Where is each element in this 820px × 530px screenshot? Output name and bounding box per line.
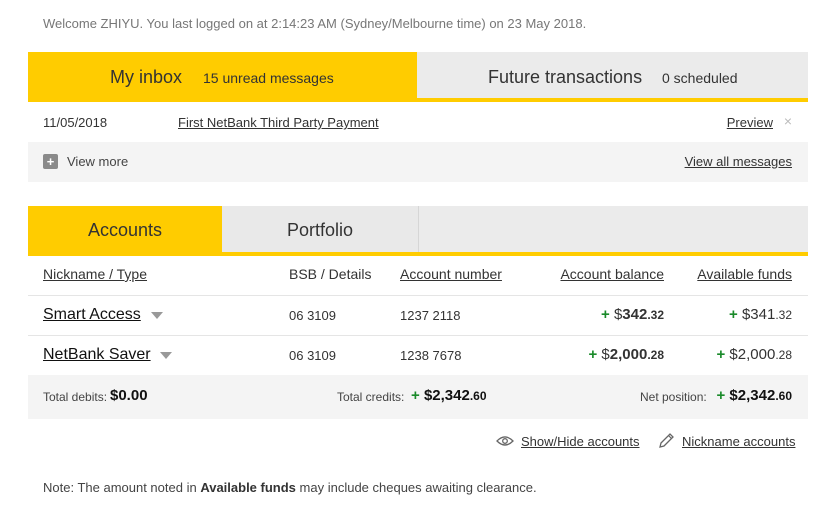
header-nickname[interactable]: Nickname / Type: [43, 266, 147, 282]
totals-bar: Total debits: $0.00 Total credits: + $2,…: [28, 375, 808, 419]
balance-dollars: 342: [622, 306, 648, 323]
total-credits-value: + $2,342.60: [411, 387, 487, 404]
available-cents: .28: [775, 348, 792, 362]
funds-note: Note: The amount noted in Available fund…: [43, 480, 537, 495]
currency-symbol: $: [601, 346, 610, 363]
tab-subtitle: 0 scheduled: [662, 70, 738, 86]
header-account-balance[interactable]: Account balance: [560, 266, 664, 282]
bsb-value: 06 3109: [289, 308, 336, 323]
total-credits-label: Total credits:: [337, 390, 405, 404]
plus-sign: +: [411, 387, 420, 404]
nickname-accounts-link[interactable]: Nickname accounts: [682, 434, 795, 449]
tab-future-transactions[interactable]: Future transactions 0 scheduled: [417, 52, 808, 98]
tab-title: Portfolio: [287, 220, 354, 240]
currency-symbol: $: [729, 346, 738, 363]
account-name-link[interactable]: NetBank Saver: [43, 346, 151, 364]
account-balance: + $2,000.28: [588, 346, 664, 363]
net-dollars: $2,342: [729, 387, 776, 404]
balance-dollars: 2,000: [609, 346, 648, 363]
table-row: Smart Access 06 3109 1237 2118 + $342.32…: [28, 295, 808, 336]
credits-dollars: $2,342: [423, 387, 470, 404]
plus-sign: +: [601, 306, 610, 323]
header-available-funds[interactable]: Available funds: [697, 266, 792, 282]
tab-my-inbox[interactable]: My inbox 15 unread messages: [28, 52, 417, 98]
tab-title: My inbox: [110, 67, 183, 87]
view-more-button[interactable]: View more: [67, 154, 128, 169]
net-position-value: + $2,342.60: [716, 387, 792, 404]
balance-cents: .32: [647, 308, 664, 322]
balance-cents: .28: [647, 348, 664, 362]
accounts-tabbar: Accounts Portfolio: [28, 206, 808, 256]
inbox-tabbar: My inbox 15 unread messages Future trans…: [28, 52, 808, 102]
message-subject-link[interactable]: First NetBank Third Party Payment: [178, 115, 379, 130]
account-name-link[interactable]: Smart Access: [43, 306, 141, 324]
available-dollars: 341: [750, 306, 776, 323]
show-hide-accounts-link[interactable]: Show/Hide accounts: [521, 434, 640, 449]
header-account-number[interactable]: Account number: [400, 266, 502, 282]
message-date: 11/05/2018: [43, 115, 108, 130]
close-icon[interactable]: ×: [784, 113, 792, 129]
account-balance: + $342.32: [601, 306, 664, 323]
chevron-down-icon[interactable]: [151, 312, 163, 319]
total-debits-value: $0.00: [110, 387, 148, 404]
plus-sign: +: [729, 306, 738, 323]
net-cents: .60: [775, 389, 792, 403]
note-suffix: may include cheques awaiting clearance.: [295, 480, 537, 495]
bsb-value: 06 3109: [289, 348, 336, 363]
pencil-icon[interactable]: [658, 432, 675, 449]
note-emphasis: Available funds: [200, 480, 296, 495]
available-cents: .32: [775, 308, 792, 322]
net-position-label: Net position:: [640, 390, 707, 404]
total-debits-label: Total debits:: [43, 390, 108, 404]
tab-title: Accounts: [88, 220, 163, 240]
tab-accounts[interactable]: Accounts: [28, 206, 222, 252]
plus-sign: +: [588, 346, 598, 363]
tab-portfolio[interactable]: Portfolio: [222, 206, 419, 252]
account-number: 1237 2118: [400, 308, 461, 323]
tab-title: Future transactions: [488, 67, 643, 87]
view-all-messages-link[interactable]: View all messages: [685, 154, 792, 169]
available-dollars: 2,000: [737, 346, 776, 363]
table-header-row: Nickname / Type BSB / Details Account nu…: [28, 255, 808, 296]
table-row: NetBank Saver 06 3109 1238 7678 + $2,000…: [28, 335, 808, 375]
welcome-message: Welcome ZHIYU. You last logged on at 2:1…: [43, 16, 587, 31]
eye-icon[interactable]: [496, 435, 514, 447]
plus-sign: +: [716, 387, 726, 404]
header-bsb: BSB / Details: [289, 266, 372, 282]
note-prefix: Note: The amount noted in: [43, 480, 201, 495]
credits-cents: .60: [469, 389, 487, 403]
chevron-down-icon[interactable]: [160, 352, 172, 359]
available-funds: + $2,000.28: [716, 346, 792, 363]
tab-subtitle: 15 unread messages: [203, 70, 334, 86]
plus-sign: +: [716, 346, 726, 363]
view-more-row: + View more View all messages: [28, 142, 808, 182]
available-funds: + $341.32: [729, 306, 792, 323]
preview-link[interactable]: Preview: [727, 115, 773, 130]
account-number: 1238 7678: [400, 348, 462, 363]
plus-square-icon[interactable]: +: [43, 154, 58, 169]
message-row: 11/05/2018 First NetBank Third Party Pay…: [28, 102, 808, 142]
